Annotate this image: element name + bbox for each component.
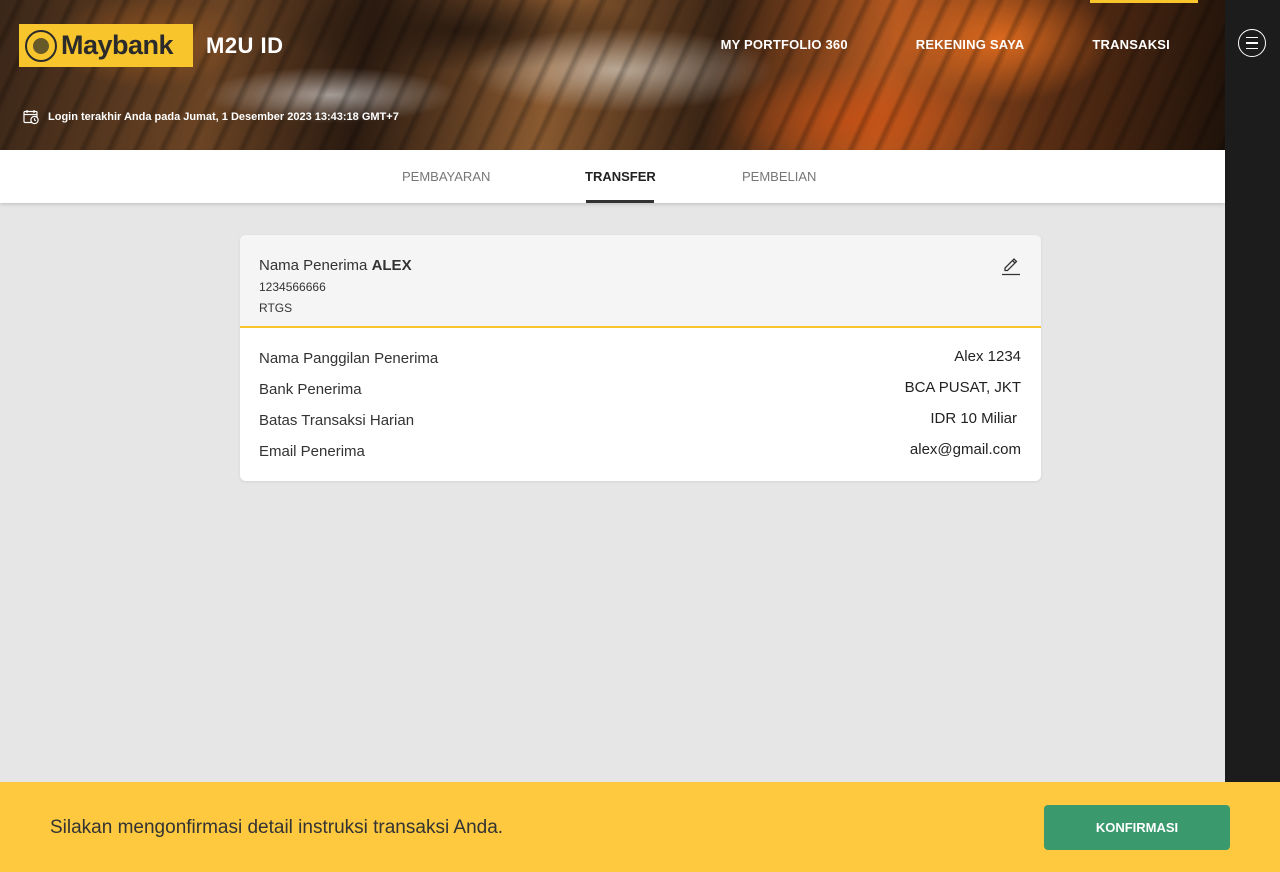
active-tab-underline bbox=[586, 200, 654, 203]
confirmation-bar: Silakan mengonfirmasi detail instruksi t… bbox=[0, 782, 1280, 872]
transaction-tabs: PEMBAYARAN TRANSFER PEMBELIAN bbox=[0, 150, 1225, 203]
detail-label: Batas Transaksi Harian bbox=[259, 412, 415, 429]
transfer-method: RTGS bbox=[259, 301, 293, 315]
detail-row: Nama Panggilan Penerima Alex 1234 bbox=[259, 348, 1021, 379]
last-login-info: Login terakhir Anda pada Jumat, 1 Desemb… bbox=[23, 109, 399, 125]
detail-label: Email Penerima bbox=[259, 443, 365, 460]
recipient-title: Nama Penerima ALEX bbox=[259, 257, 1022, 274]
brand-name: Maybank bbox=[61, 30, 174, 60]
last-login-text: Login terakhir Anda pada Jumat, 1 Desemb… bbox=[48, 111, 399, 123]
tab-transfer[interactable]: TRANSFER bbox=[585, 169, 656, 184]
hamburger-menu-icon[interactable] bbox=[1238, 29, 1266, 57]
right-sidebar bbox=[1225, 0, 1280, 782]
product-name: M2U ID bbox=[206, 33, 284, 58]
detail-value: alex@gmail.com bbox=[909, 441, 1021, 458]
banner-texture bbox=[0, 0, 1225, 150]
nav-rekening-saya[interactable]: REKENING SAYA bbox=[916, 37, 1025, 52]
pencil-edit-icon[interactable] bbox=[1001, 256, 1021, 276]
detail-row: Email Penerima alex@gmail.com bbox=[259, 441, 1021, 472]
recipient-detail-list: Nama Panggilan Penerima Alex 1234 Bank P… bbox=[240, 328, 1041, 472]
detail-label: Nama Panggilan Penerima bbox=[259, 350, 439, 367]
detail-value: BCA PUSAT, JKT bbox=[904, 379, 1021, 396]
tiger-emblem-icon bbox=[25, 29, 57, 62]
confirm-button[interactable]: KONFIRMASI bbox=[1044, 805, 1230, 850]
tab-pembelian[interactable]: PEMBELIAN bbox=[742, 169, 816, 184]
tab-pembayaran[interactable]: PEMBAYARAN bbox=[402, 169, 490, 184]
maybank-logo[interactable]: Maybank bbox=[19, 24, 193, 67]
recipient-title-prefix: Nama Penerima bbox=[259, 257, 368, 274]
detail-value: Alex 1234 bbox=[954, 348, 1021, 365]
detail-row: Batas Transaksi Harian IDR 10 Miliar bbox=[259, 410, 1021, 441]
detail-row: Bank Penerima BCA PUSAT, JKT bbox=[259, 379, 1021, 410]
header-banner: Maybank M2U ID MY PORTFOLIO 360 REKENING… bbox=[0, 0, 1225, 150]
top-navigation: MY PORTFOLIO 360 REKENING SAYA TRANSAKSI bbox=[653, 37, 1170, 52]
nav-my-portfolio[interactable]: MY PORTFOLIO 360 bbox=[721, 37, 848, 52]
recipient-detail-card: Nama Penerima ALEX 1234566666 RTGS Nama … bbox=[240, 235, 1041, 481]
detail-label: Bank Penerima bbox=[259, 381, 362, 398]
recipient-account-number: 1234566666 bbox=[259, 280, 326, 294]
confirmation-message: Silakan mengonfirmasi detail instruksi t… bbox=[50, 817, 504, 838]
calendar-clock-icon bbox=[23, 110, 39, 125]
nav-transaksi[interactable]: TRANSAKSI bbox=[1092, 37, 1170, 52]
active-nav-indicator bbox=[1090, 0, 1198, 3]
recipient-header: Nama Penerima ALEX 1234566666 RTGS bbox=[240, 235, 1041, 328]
recipient-name: ALEX bbox=[371, 257, 412, 274]
detail-value: IDR 10 Miliar bbox=[930, 410, 1017, 427]
